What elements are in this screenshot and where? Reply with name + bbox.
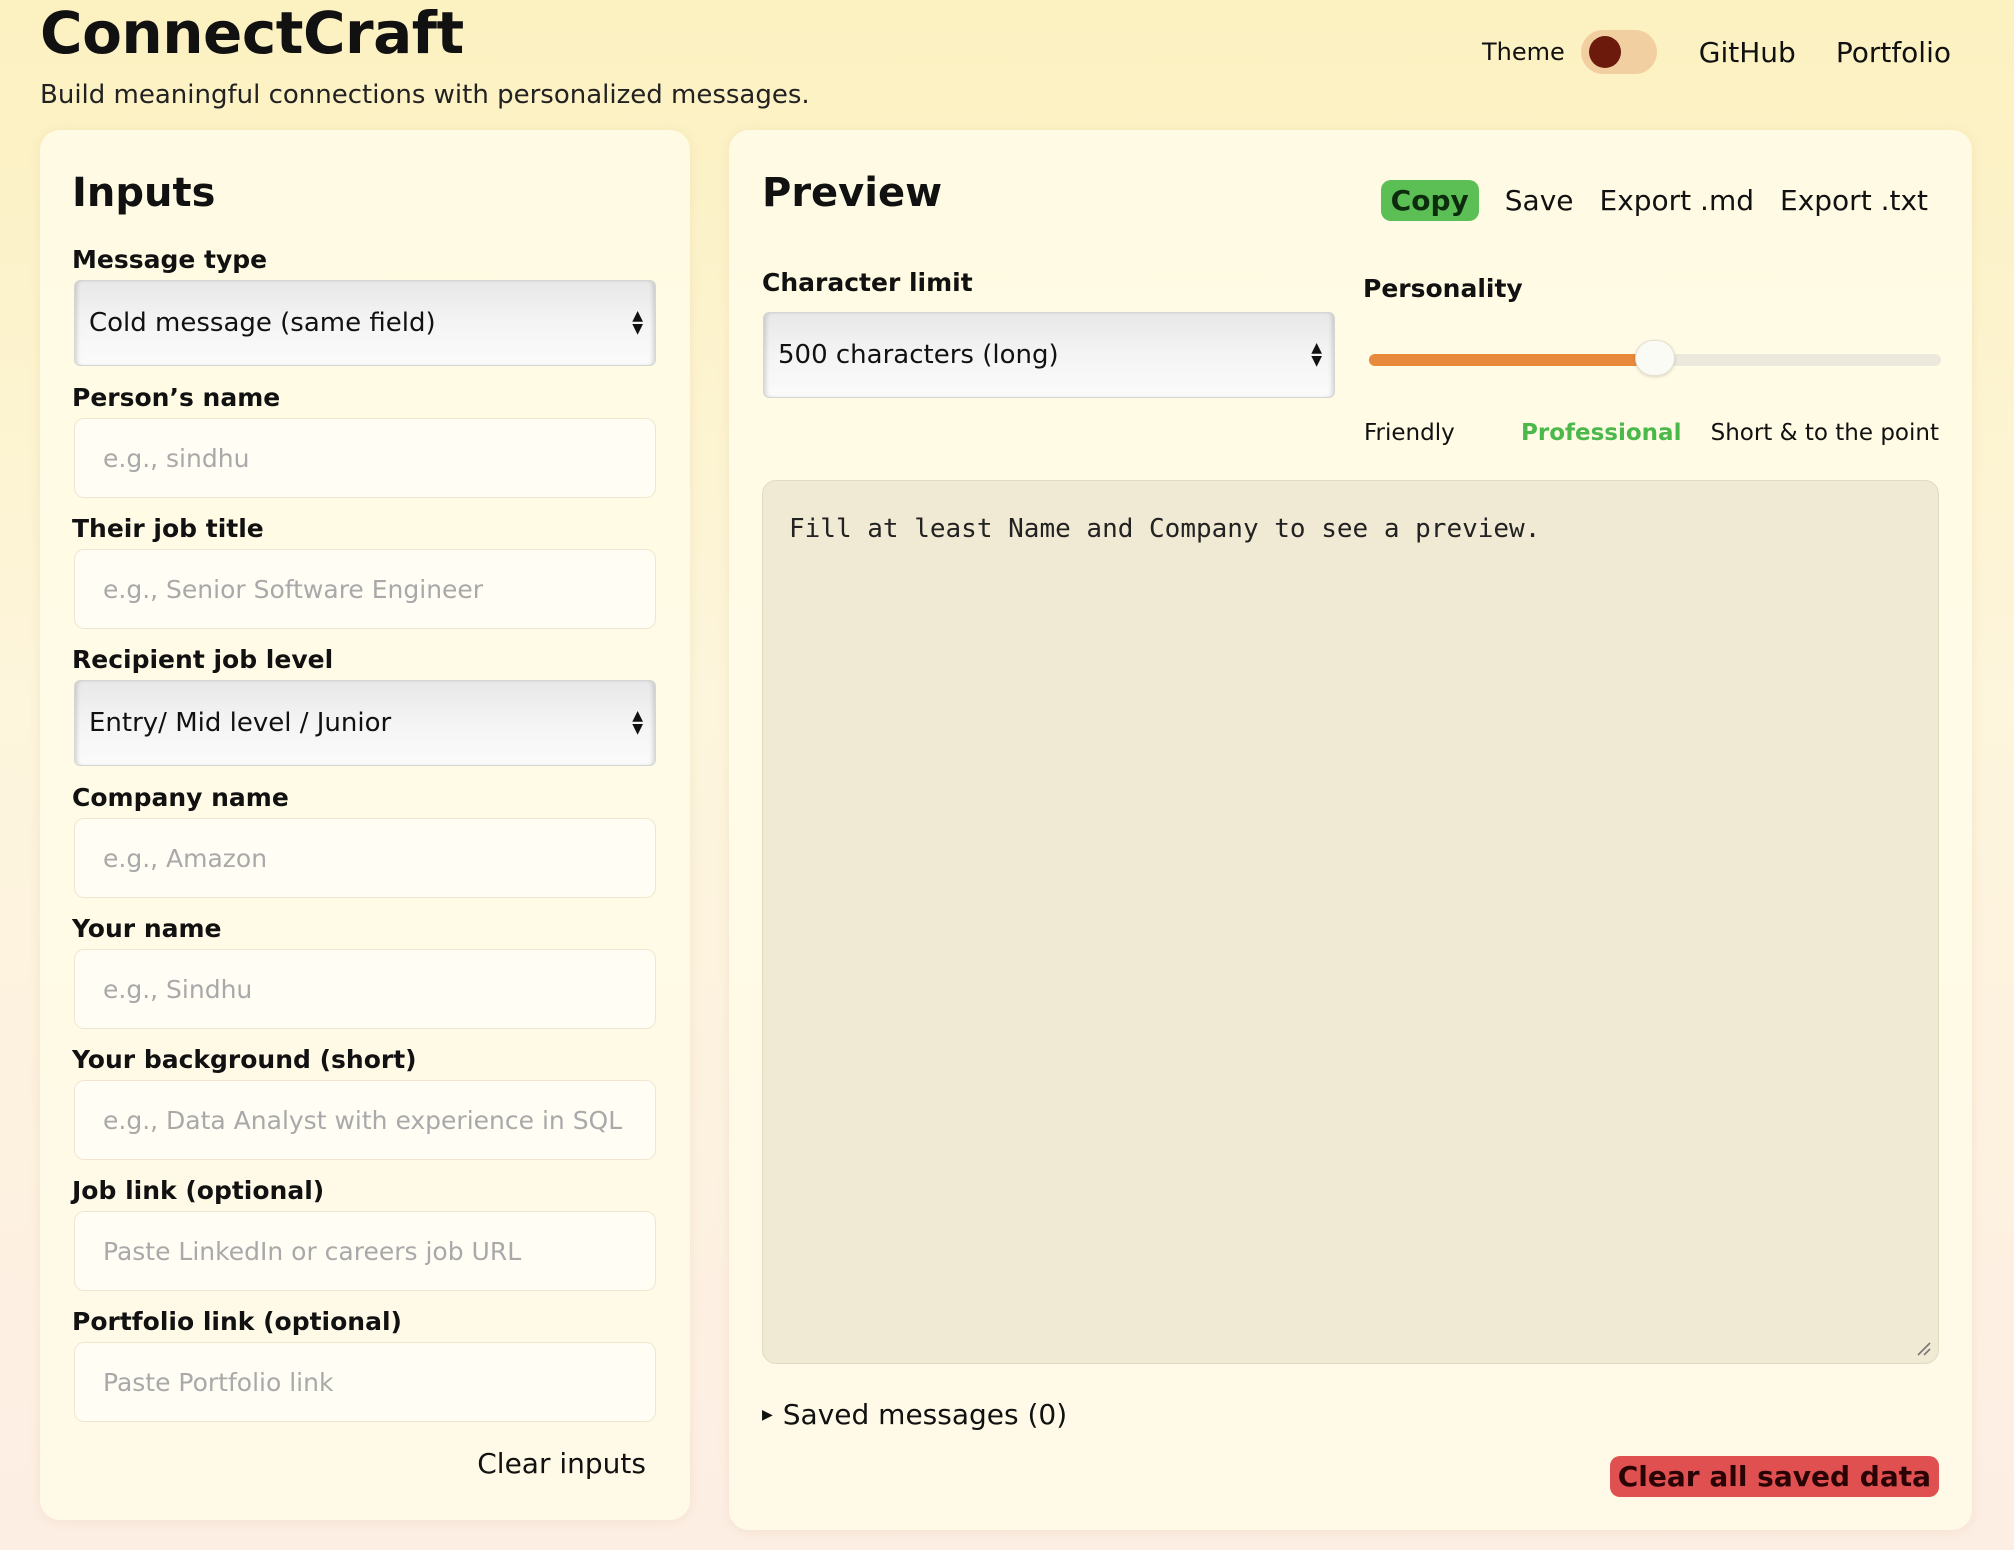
personality-tick-professional: Professional: [1521, 420, 1682, 446]
your-name-label: Your name: [72, 914, 222, 943]
theme-toggle-knob: [1588, 36, 1621, 68]
char-limit-value: 500 characters (long): [778, 340, 1059, 370]
person-name-input[interactable]: [74, 418, 656, 498]
job-link-input[interactable]: [74, 1211, 656, 1291]
personality-label: Personality: [1363, 274, 1523, 303]
clear-all-saved-button[interactable]: Clear all saved data: [1609, 1456, 1939, 1497]
message-type-select[interactable]: Cold message (same field) ▲ ▼: [74, 280, 656, 366]
clear-inputs-button[interactable]: Clear inputs: [477, 1447, 646, 1480]
export-md-button[interactable]: Export .md: [1600, 184, 1755, 217]
select-arrows-icon: ▲ ▼: [632, 708, 643, 737]
top-nav: Theme GitHub Portfolio: [1482, 24, 1951, 80]
char-limit-label: Character limit: [762, 268, 973, 297]
portfolio-link-input[interactable]: [74, 1342, 656, 1422]
nav-link-github[interactable]: GitHub: [1699, 36, 1796, 69]
personality-tick-friendly: Friendly: [1364, 420, 1455, 446]
background-label: Your background (short): [72, 1045, 417, 1074]
export-txt-button[interactable]: Export .txt: [1780, 184, 1928, 217]
preview-textarea[interactable]: Fill at least Name and Company to see a …: [762, 480, 1939, 1364]
saved-messages-toggle[interactable]: ▶ Saved messages (0): [762, 1398, 1067, 1431]
preview-panel: Preview Copy Save Export .md Export .txt…: [729, 130, 1972, 1530]
inputs-panel: Inputs Message type Cold message (same f…: [40, 130, 690, 1520]
disclosure-triangle-icon: ▶: [762, 1406, 773, 1423]
copy-button[interactable]: Copy: [1380, 180, 1479, 221]
preview-text: Fill at least Name and Company to see a …: [789, 514, 1541, 544]
theme-toggle[interactable]: [1580, 30, 1657, 74]
brand-title: ConnectCraft: [40, 0, 464, 67]
company-input[interactable]: [74, 818, 656, 898]
preview-title: Preview: [762, 170, 943, 216]
brand-tagline: Build meaningful connections with person…: [40, 80, 810, 110]
preview-actions: Copy Save Export .md Export .txt: [1380, 180, 1928, 221]
portfolio-link-label: Portfolio link (optional): [72, 1307, 402, 1336]
job-link-label: Job link (optional): [72, 1176, 325, 1205]
saved-messages-label: Saved messages (0): [782, 1398, 1068, 1431]
company-label: Company name: [72, 783, 289, 812]
resize-handle-icon[interactable]: [1914, 1339, 1932, 1357]
job-level-value: Entry/ Mid level / Junior: [89, 708, 392, 738]
job-title-label: Their job title: [72, 514, 264, 543]
message-type-value: Cold message (same field): [89, 308, 436, 338]
save-button[interactable]: Save: [1505, 184, 1574, 217]
job-level-label: Recipient job level: [72, 645, 334, 674]
background-input[interactable]: [74, 1080, 656, 1160]
char-limit-select[interactable]: 500 characters (long) ▲ ▼: [763, 312, 1335, 398]
theme-label: Theme: [1482, 38, 1565, 66]
select-arrows-icon: ▲ ▼: [632, 308, 643, 337]
inputs-title: Inputs: [72, 170, 216, 216]
personality-slider-thumb[interactable]: [1635, 340, 1675, 376]
person-name-label: Person’s name: [72, 383, 281, 412]
personality-slider-fill: [1369, 354, 1655, 366]
select-arrows-icon: ▲ ▼: [1311, 340, 1322, 369]
your-name-input[interactable]: [74, 949, 656, 1029]
app-header: ConnectCraft Build meaningful connection…: [0, 0, 2014, 120]
message-type-label: Message type: [72, 245, 268, 274]
personality-tick-short: Short & to the point: [1710, 420, 1939, 446]
job-level-select[interactable]: Entry/ Mid level / Junior ▲ ▼: [74, 680, 656, 766]
job-title-input[interactable]: [74, 549, 656, 629]
nav-link-portfolio[interactable]: Portfolio: [1836, 36, 1951, 69]
